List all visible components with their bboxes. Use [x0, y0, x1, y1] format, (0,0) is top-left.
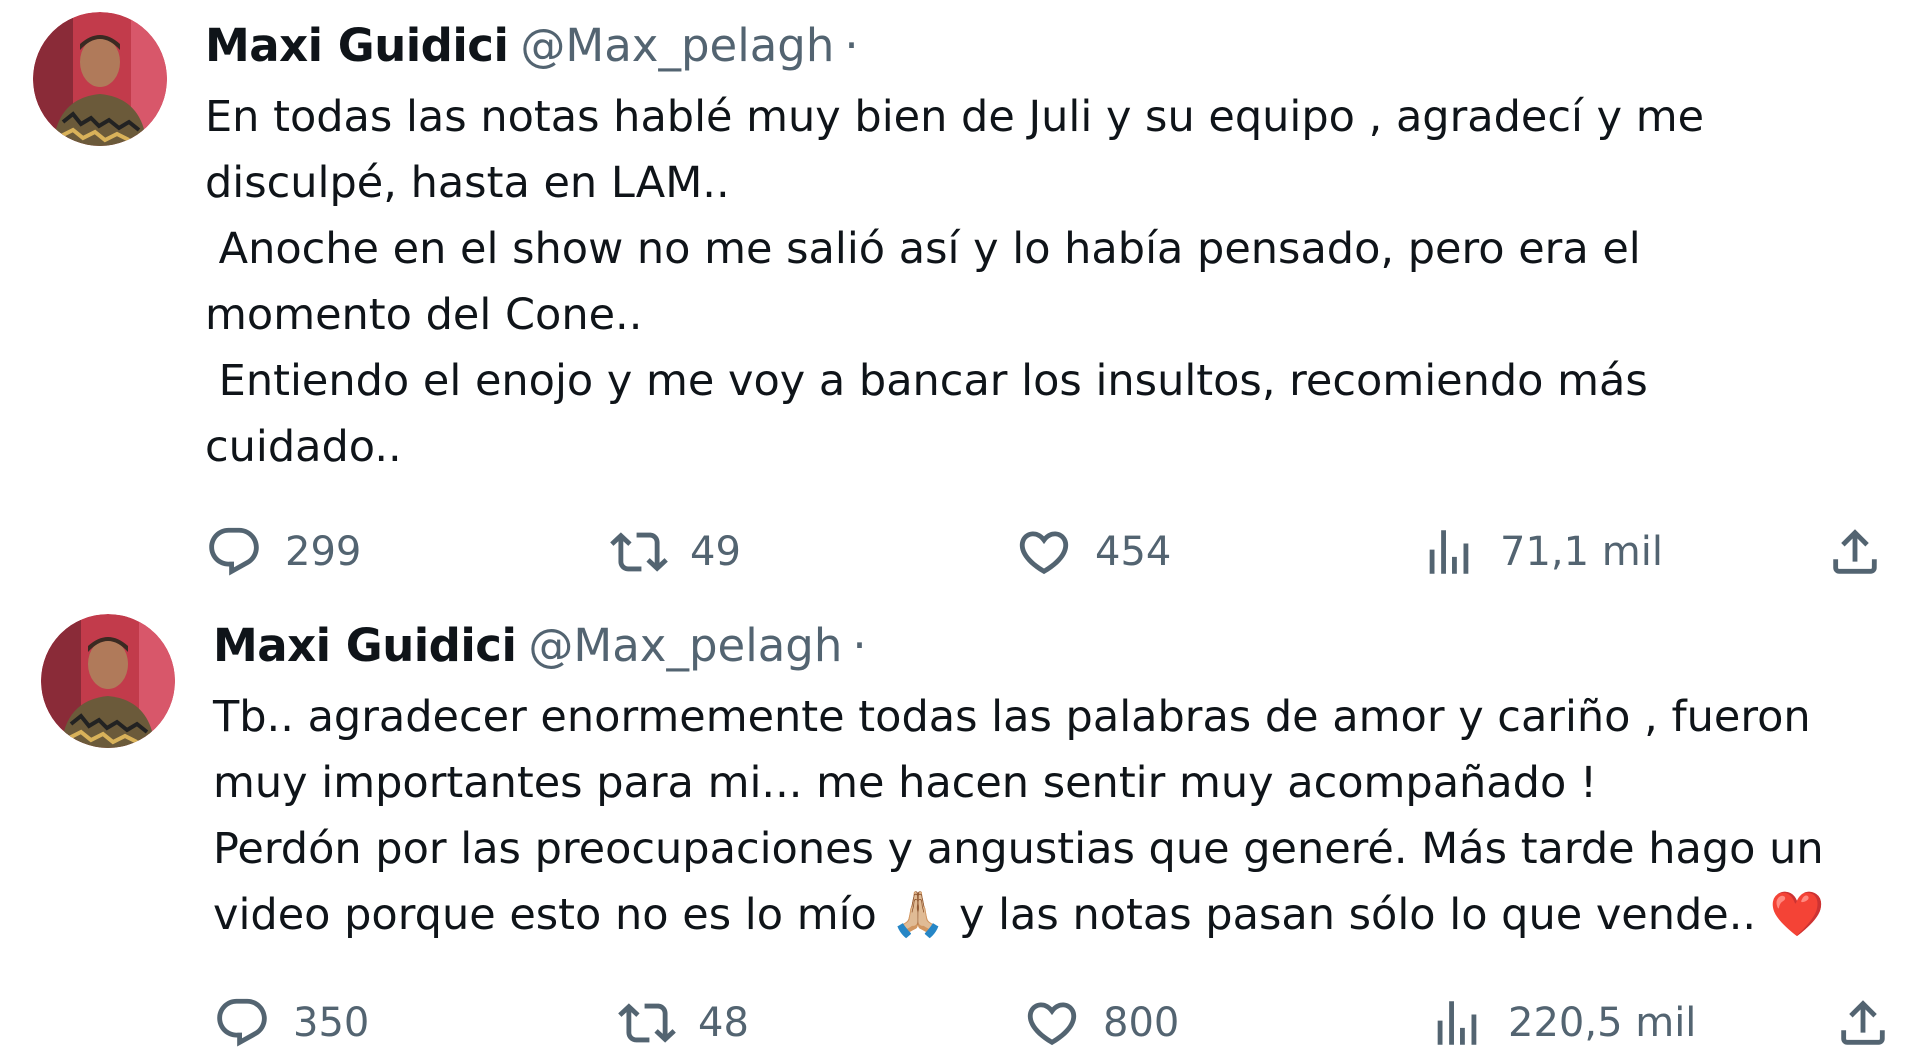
views-count: 71,1 mil [1500, 529, 1663, 575]
retweet-count: 48 [698, 1000, 749, 1046]
retweet-icon [618, 994, 676, 1052]
tweet: Maxi Guidici @Max_pelagh · En todas las no… [0, 0, 1920, 600]
views-icon [1420, 523, 1478, 581]
header-separator: · [844, 19, 859, 72]
reply-icon [205, 523, 263, 581]
tweet-text-line: Anoche en el show no me salió así y lo h… [205, 224, 1641, 274]
views-button[interactable]: 71,1 mil [1420, 512, 1663, 592]
reply-count: 299 [285, 529, 362, 575]
heart-icon [1023, 994, 1081, 1052]
avatar-image [33, 12, 167, 146]
tweet-text-line: muy importantes para mi... me hacen sent… [213, 758, 1598, 808]
reply-icon [213, 994, 271, 1052]
retweet-count: 49 [690, 529, 741, 575]
retweet-button[interactable]: 49 [610, 512, 741, 592]
views-button[interactable]: 220,5 mil [1428, 983, 1696, 1063]
tweet-text-line: disculpé, hasta en LAM.. [205, 158, 730, 208]
tweet: Maxi Guidici @Max_pelagh · Tb.. agradecer … [0, 600, 1920, 1049]
tweet-header: Maxi Guidici @Max_pelagh · [213, 614, 867, 678]
red-heart-emoji: ❤️ [1769, 889, 1825, 940]
avatar[interactable] [33, 12, 167, 146]
like-count: 800 [1103, 1000, 1180, 1046]
reply-count: 350 [293, 1000, 370, 1046]
heart-icon [1015, 523, 1073, 581]
retweet-icon [610, 523, 668, 581]
views-icon [1428, 994, 1486, 1052]
tweet-text-segment: y las notas pasan sólo lo que vende.. [945, 890, 1770, 940]
author-handle[interactable]: @Max_pelagh [520, 19, 834, 72]
tweet-actions: 350 48 800 220,5 mil [0, 983, 1920, 1063]
author-handle[interactable]: @Max_pelagh [528, 619, 842, 672]
tweet-text-segment: video porque esto no es lo mío [213, 890, 891, 940]
share-icon [1834, 994, 1892, 1052]
retweet-button[interactable]: 48 [618, 983, 749, 1063]
avatar-image [41, 614, 175, 748]
share-button[interactable] [1834, 983, 1892, 1063]
folded-hands-emoji: 🙏🏼 [890, 889, 946, 940]
views-count: 220,5 mil [1508, 1000, 1697, 1046]
reply-button[interactable]: 350 [213, 983, 369, 1063]
tweet-actions: 299 49 454 71,1 mil [0, 512, 1920, 592]
tweet-text-line-with-emoji: video porque esto no es lo mío 🙏🏼 y las … [213, 882, 1825, 948]
share-button[interactable] [1826, 512, 1884, 592]
like-button[interactable]: 454 [1015, 512, 1171, 592]
author-name[interactable]: Maxi Guidici [213, 619, 517, 672]
tweet-text-line: momento del Cone.. [205, 290, 643, 340]
tweet-text-line: Tb.. agradecer enormemente todas las pal… [213, 692, 1811, 742]
header-separator: · [852, 619, 867, 672]
tweet-header: Maxi Guidici @Max_pelagh · [205, 14, 859, 78]
tweet-text-line: Entiendo el enojo y me voy a bancar los … [205, 356, 1648, 406]
reply-button[interactable]: 299 [205, 512, 361, 592]
tweet-text-line: En todas las notas hablé muy bien de Jul… [205, 92, 1705, 142]
tweet-text-line: cuidado.. [205, 422, 402, 472]
like-button[interactable]: 800 [1023, 983, 1179, 1063]
tweet-text: En todas las notas hablé muy bien de Jul… [205, 84, 1704, 480]
author-name[interactable]: Maxi Guidici [205, 19, 509, 72]
share-icon [1826, 523, 1884, 581]
like-count: 454 [1095, 529, 1172, 575]
tweet-text: Tb.. agradecer enormemente todas las pal… [213, 684, 1825, 948]
tweet-text-line: Perdón por las preocupaciones y angustia… [213, 824, 1824, 874]
avatar[interactable] [41, 614, 175, 748]
